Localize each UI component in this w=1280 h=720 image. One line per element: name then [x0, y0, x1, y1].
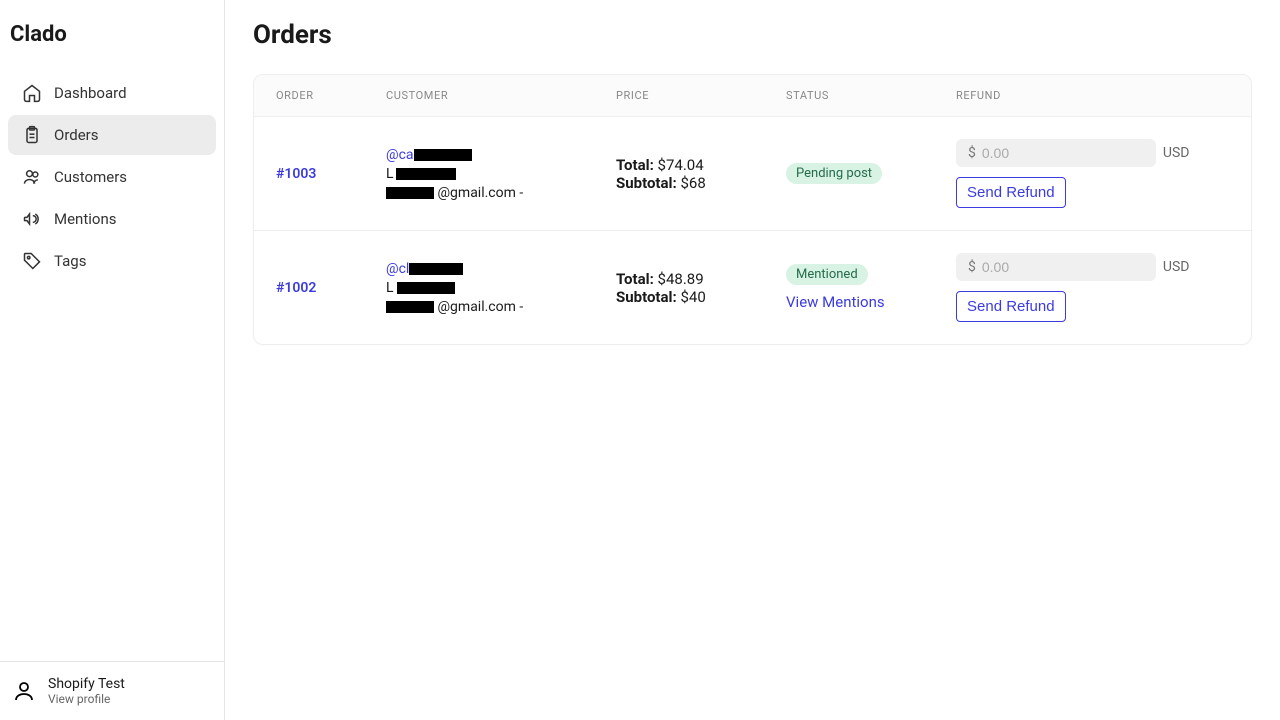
users-icon	[22, 167, 42, 187]
page-title: Orders	[253, 20, 1252, 50]
sidebar-item-label: Mentions	[54, 210, 116, 228]
orders-table: ORDER CUSTOMER PRICE STATUS REFUND #1003…	[253, 74, 1252, 345]
col-order: ORDER	[276, 89, 386, 102]
customer-email-suffix: @gmail.com -	[437, 299, 523, 315]
view-mentions-link[interactable]: View Mentions	[786, 293, 956, 311]
refund-amount-input[interactable]	[982, 259, 1163, 275]
profile-subtitle: View profile	[48, 692, 125, 706]
sidebar-item-tags[interactable]: Tags	[8, 241, 216, 281]
sidebar-item-label: Customers	[54, 168, 127, 186]
subtotal-label: Subtotal:	[616, 174, 677, 192]
sidebar-item-label: Orders	[54, 126, 99, 144]
profile-name: Shopify Test	[48, 676, 125, 692]
home-icon	[22, 83, 42, 103]
subtotal-value: $68	[680, 174, 705, 192]
customer-email-suffix: @gmail.com -	[437, 185, 523, 201]
subtotal-value: $40	[680, 288, 705, 306]
customer-name-prefix: L	[386, 166, 394, 182]
currency-symbol: $	[968, 259, 976, 275]
sidebar-item-customers[interactable]: Customers	[8, 157, 216, 197]
customer-handle-link[interactable]: @cl	[386, 261, 409, 277]
table-row: #1003 @ca L @gmail.com - Total: $74.04 S…	[254, 117, 1251, 231]
sidebar-item-orders[interactable]: Orders	[8, 115, 216, 155]
sidebar-nav: Dashboard Orders Customers Mentions Tags	[0, 65, 224, 661]
sidebar-item-dashboard[interactable]: Dashboard	[8, 73, 216, 113]
total-value: $48.89	[658, 270, 704, 288]
redacted	[397, 282, 455, 294]
table-header: ORDER CUSTOMER PRICE STATUS REFUND	[254, 75, 1251, 117]
total-label: Total:	[616, 270, 654, 288]
brand-logo[interactable]: Clado	[0, 0, 224, 65]
currency-label: USD	[1163, 259, 1190, 275]
col-price: PRICE	[616, 89, 786, 102]
redacted	[386, 187, 434, 199]
refund-amount-input[interactable]	[982, 145, 1163, 161]
refund-input-group: $ USD	[956, 139, 1156, 167]
total-value: $74.04	[658, 156, 704, 174]
customer-name-prefix: L	[386, 280, 394, 296]
col-customer: CUSTOMER	[386, 89, 616, 102]
status-badge: Pending post	[786, 163, 882, 184]
status-badge: Mentioned	[786, 264, 868, 285]
megaphone-icon	[22, 209, 42, 229]
col-refund: REFUND	[956, 89, 1229, 102]
order-id-link[interactable]: #1002	[276, 280, 316, 296]
refund-input-group: $ USD	[956, 253, 1156, 281]
send-refund-button[interactable]: Send Refund	[956, 177, 1066, 208]
col-status: STATUS	[786, 89, 956, 102]
table-row: #1002 @cl L @gmail.com - Total: $48.89 S…	[254, 231, 1251, 344]
send-refund-button[interactable]: Send Refund	[956, 291, 1066, 322]
sidebar-item-label: Tags	[54, 252, 86, 270]
tag-icon	[22, 251, 42, 271]
sidebar-item-mentions[interactable]: Mentions	[8, 199, 216, 239]
redacted	[396, 168, 456, 180]
redacted	[386, 301, 434, 313]
redacted	[414, 149, 472, 161]
profile-link[interactable]: Shopify Test View profile	[0, 661, 224, 720]
currency-label: USD	[1163, 145, 1190, 161]
customer-handle-link[interactable]: @ca	[386, 147, 414, 163]
currency-symbol: $	[968, 145, 976, 161]
user-icon	[12, 679, 36, 703]
redacted	[409, 263, 463, 275]
total-label: Total:	[616, 156, 654, 174]
order-id-link[interactable]: #1003	[276, 166, 316, 182]
clipboard-icon	[22, 125, 42, 145]
subtotal-label: Subtotal:	[616, 288, 677, 306]
sidebar-item-label: Dashboard	[54, 84, 127, 102]
